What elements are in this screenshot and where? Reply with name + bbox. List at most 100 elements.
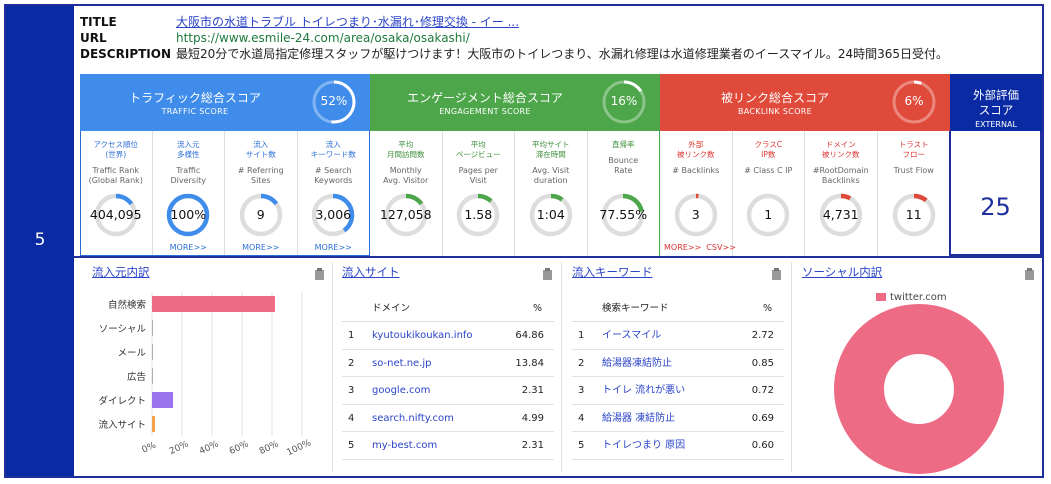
copy-icon-graphic xyxy=(772,268,781,280)
metric-ring: 127,058 xyxy=(380,193,432,237)
table-header: 検索キーワード% xyxy=(572,296,784,322)
copy-icon[interactable] xyxy=(769,266,783,280)
row-link[interactable]: search.nifty.com xyxy=(372,405,454,433)
table-row: 4 search.nifty.com 4.99 xyxy=(342,405,554,433)
row-link[interactable]: 給湯器凍結防止 xyxy=(602,350,672,378)
col-keyword: 検索キーワード xyxy=(602,303,669,314)
url-value: https://www.esmile-24.com/area/osaka/osa… xyxy=(176,31,470,45)
y-category-label: ソーシャル xyxy=(99,324,147,335)
metric-label-en: # Class C IP xyxy=(744,166,793,175)
bar xyxy=(152,368,153,384)
copy-icon[interactable] xyxy=(540,266,554,280)
row-link[interactable]: トイレつまり 原因 xyxy=(602,432,685,460)
metric-value: 404,095 xyxy=(89,207,142,222)
keywords-table: 検索キーワード% 1 イースマイル 2.72 2 給湯器凍結防止 0.85 3 トイレ 流れが… xyxy=(572,296,784,460)
bar xyxy=(152,320,153,336)
x-tick-label: 20% xyxy=(168,439,191,457)
legend-swatch xyxy=(876,293,886,301)
table-row: 3 google.com 2.31 xyxy=(342,377,554,405)
backlink-more-csv-link[interactable]: MORE>> CSV>> xyxy=(664,243,736,252)
bar xyxy=(152,416,155,432)
metric-label-ja: 平均 ページビュー xyxy=(455,140,501,159)
row-pct: 4.99 xyxy=(521,412,544,424)
table-row: 4 給湯器 凍結防止 0.69 xyxy=(572,405,784,433)
x-tick-label: 100% xyxy=(285,438,313,458)
metric-label-en: Pages per Visit xyxy=(458,166,498,185)
title-link[interactable]: 大阪市の水道トラブル トイレつまり･水漏れ･修理交換 - イー ... xyxy=(176,14,519,30)
metric-ring: 3 xyxy=(674,193,718,237)
engagement-score-header: エンゲージメント総合スコア ENGAGEMENT SCORE 16% xyxy=(370,74,660,131)
metric-label-en: Avg. Visit duration xyxy=(532,166,570,185)
row-link[interactable]: kyutoukikoukan.info xyxy=(372,322,473,350)
metric-label-ja: 外部 被リンク数 xyxy=(677,140,715,159)
row-index: 5 xyxy=(578,440,585,451)
table-header: ドメイン% xyxy=(342,296,554,322)
backlink-metric: 外部 被リンク数 # Backlinks 3 MORE>> CSV>> xyxy=(660,131,736,256)
metric-value: 4,731 xyxy=(822,207,859,222)
table-row: 2 so-net.ne.jp 13.84 xyxy=(342,350,554,378)
row-pct: 64.86 xyxy=(515,330,544,341)
metric-value: 3,006 xyxy=(315,207,352,222)
referring-sites-title[interactable]: 流入サイト xyxy=(342,264,400,280)
legend-label: twitter.com xyxy=(890,292,947,303)
metric-ring: 1.58 xyxy=(456,193,500,237)
y-category-label: 流入サイト xyxy=(98,419,146,431)
description-label: DESCRIPTION xyxy=(80,47,172,61)
traffic-score-ring: 52% xyxy=(311,79,357,125)
keywords-title[interactable]: 流入キーワード xyxy=(572,264,653,280)
copy-icon-graphic xyxy=(315,268,324,280)
social-donut-chart xyxy=(834,304,1004,474)
metric-value: 77.55% xyxy=(599,207,648,222)
row-index: 1 xyxy=(578,330,585,341)
row-link[interactable]: イースマイル xyxy=(602,322,661,350)
row-link[interactable]: トイレ 流れが悪い xyxy=(602,377,685,405)
row-pct: 0.60 xyxy=(751,440,774,451)
metric-label-ja: 流入 サイト数 xyxy=(245,140,276,159)
row-index: 2 xyxy=(578,357,585,369)
row-link[interactable]: so-net.ne.jp xyxy=(372,350,432,378)
description-value: 最短20分で水道局指定修理スタッフが駆けつけます！大阪市のトイレつまり、水漏れ修… xyxy=(176,47,949,61)
copy-icon[interactable] xyxy=(312,266,326,280)
row-index: 1 xyxy=(348,330,355,341)
row-link[interactable]: my-best.com xyxy=(372,432,437,460)
section-divider xyxy=(791,262,792,472)
metric-label-en: Traffic Diversity xyxy=(170,166,207,185)
copy-icon[interactable] xyxy=(1022,266,1036,280)
more-link[interactable]: MORE>> xyxy=(153,243,225,252)
metric-ring: 1:04 xyxy=(529,193,573,237)
engagement-metric: 平均 ページビュー Pages per Visit 1.58 xyxy=(443,131,515,256)
section-divider xyxy=(561,262,562,472)
more-link[interactable]: MORE>> xyxy=(225,243,297,252)
traffic-metric: 流入 キーワード数 # Search Keywords 3,006 MORE>> xyxy=(298,131,370,256)
row-link[interactable]: 給湯器 凍結防止 xyxy=(602,405,675,433)
title-label: TITLE xyxy=(80,15,117,29)
row-pct: 2.31 xyxy=(521,385,544,396)
metric-ring: 3,006 xyxy=(311,193,355,237)
traffic-sources-chart: 0% 20% 40% 60% 80% 100% 自然検索ソーシャルメール広告ダイレクト流入サ… xyxy=(98,292,313,458)
site-meta: TITLE 大阪市の水道トラブル トイレつまり･水漏れ･修理交換 - イー ...… xyxy=(80,14,1040,62)
social-title[interactable]: ソーシャル内訳 xyxy=(802,264,882,280)
engagement-score-subtitle: ENGAGEMENT SCORE xyxy=(439,107,531,116)
more-link[interactable]: MORE>> xyxy=(298,243,370,252)
metric-value: 100% xyxy=(170,207,207,222)
external-score-header: 外部評価 スコア EXTERNAL SCORE xyxy=(950,74,1042,140)
row-link[interactable]: google.com xyxy=(372,377,430,405)
metric-ring: 1 xyxy=(746,193,790,237)
y-category-label: 広告 xyxy=(127,371,146,383)
rank-column: 5 xyxy=(6,6,74,476)
metric-value: 9 xyxy=(256,207,265,222)
table-row: 5 トイレつまり 原因 0.60 xyxy=(572,432,784,460)
col-pct: % xyxy=(762,303,772,314)
row-index: 2 xyxy=(348,357,355,369)
traffic-metric: アクセス順位 (世界) Traffic Rank (Global Rank) 404… xyxy=(80,131,153,256)
metric-label-ja: トラスト フロー xyxy=(898,140,929,159)
table-row: 1 kyutoukikoukan.info 64.86 xyxy=(342,322,554,350)
engagement-score-value: 16% xyxy=(610,94,638,108)
x-tick-label: 0% xyxy=(141,440,159,455)
table-row: 1 イースマイル 2.72 xyxy=(572,322,784,350)
metric-value: 1.58 xyxy=(464,207,493,222)
y-category-label: メール xyxy=(117,348,146,359)
engagement-metric: 平均 月間訪問数 Monthly Avg. Visitor 127,058 xyxy=(370,131,443,256)
metric-label-ja: 流入元 多様性 xyxy=(177,140,200,159)
traffic-sources-title[interactable]: 流入元内訳 xyxy=(92,264,150,280)
